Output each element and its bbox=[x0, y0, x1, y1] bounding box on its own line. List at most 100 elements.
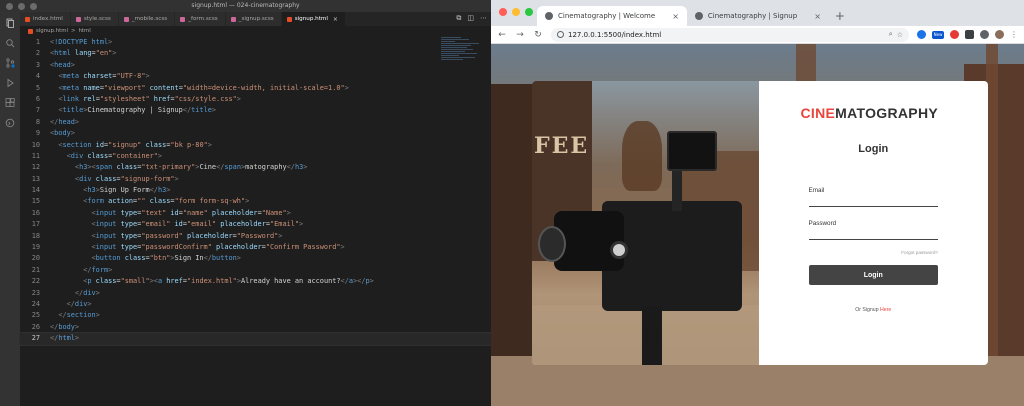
chrome-menu-icon[interactable]: ⋮ bbox=[1010, 30, 1018, 39]
back-arrow-icon[interactable]: ← bbox=[497, 30, 507, 40]
code-line[interactable]: 13 <div class="signup-form"> bbox=[20, 174, 491, 185]
code-text: </div> bbox=[66, 299, 92, 308]
code-text: <input type="password" placeholder="Pass… bbox=[91, 231, 283, 240]
profile-avatar[interactable] bbox=[995, 30, 1004, 39]
globe-icon bbox=[694, 12, 703, 20]
code-line[interactable]: 14 <h3>Sign Up Form</h3> bbox=[20, 185, 491, 196]
extension-new-badge[interactable]: New bbox=[932, 30, 944, 39]
reload-icon[interactable]: ↻ bbox=[533, 30, 543, 40]
code-line[interactable]: 21 </form> bbox=[20, 265, 491, 276]
code-text: <button class="btn">Sign In</button> bbox=[91, 254, 241, 263]
code-text: <input type="email" id="email" placehold… bbox=[91, 220, 304, 229]
code-line[interactable]: 9 <body> bbox=[20, 128, 491, 139]
code-editor[interactable]: 1 <!DOCTYPE html> 2 <html lang="en"> 3 <head>… bbox=[19, 37, 492, 406]
breadcrumb-file[interactable]: signup.html bbox=[36, 28, 68, 34]
extensions-icon[interactable] bbox=[5, 98, 15, 108]
code-text: <div class="container"> bbox=[66, 151, 163, 160]
code-line[interactable]: 8 </head> bbox=[20, 117, 491, 128]
login-button[interactable]: Login bbox=[808, 265, 938, 285]
email-label: Email bbox=[808, 187, 825, 194]
code-line[interactable]: 20 <button class="btn">Sign In</button> bbox=[20, 253, 491, 264]
code-line[interactable]: 26 </body> bbox=[20, 322, 491, 333]
code-line[interactable]: 27 </html> bbox=[19, 332, 492, 346]
browser-tab-welcome[interactable]: Cinematography | Welcome × bbox=[537, 6, 687, 26]
code-line[interactable]: 22 <p class="small"><a href="index.html"… bbox=[20, 276, 491, 287]
line-number: 3 bbox=[35, 60, 40, 69]
tab-mobile-scss[interactable]: _mobile.scss bbox=[118, 12, 176, 26]
tab-form-scss[interactable]: _form.scss bbox=[175, 12, 226, 26]
code-line[interactable]: 15 <form action="" class="form form-sq-w… bbox=[20, 196, 491, 207]
line-number: 27 bbox=[31, 334, 40, 343]
code-text: </div> bbox=[74, 288, 100, 297]
browser-close-button[interactable] bbox=[499, 8, 507, 16]
zoom-icon[interactable]: ⌕ bbox=[889, 30, 893, 39]
search-icon[interactable] bbox=[5, 38, 15, 48]
browser-tab-signup[interactable]: Cinematography | Signup × bbox=[687, 6, 829, 26]
close-tab-icon[interactable]: × bbox=[333, 16, 338, 23]
line-number: 25 bbox=[31, 311, 40, 320]
code-line[interactable]: 1 <!DOCTYPE html> bbox=[20, 37, 491, 48]
scss-file-icon bbox=[75, 16, 81, 22]
code-text: </body> bbox=[50, 322, 80, 331]
line-number: 6 bbox=[35, 94, 40, 103]
code-line[interactable]: 19 <input type="passwordConfirm" placeho… bbox=[20, 242, 491, 253]
remote-explorer-icon[interactable] bbox=[5, 118, 15, 128]
code-line[interactable]: 25 </section> bbox=[20, 310, 491, 321]
code-line[interactable]: 6 <link rel="stylesheet" href="css/style… bbox=[20, 94, 491, 105]
close-tab-icon[interactable]: × bbox=[672, 12, 679, 21]
signup-prompt: Or Signup Here bbox=[809, 307, 938, 313]
more-actions-icon[interactable]: ⋯ bbox=[480, 14, 487, 23]
extension-target-icon[interactable] bbox=[950, 30, 959, 39]
line-number: 12 bbox=[31, 163, 40, 172]
code-line[interactable]: 10 <section id="signup" class="bk p-80"> bbox=[20, 140, 491, 151]
browser-maximize-button[interactable] bbox=[525, 8, 533, 16]
code-text: <p class="small"><a href="index.html">Al… bbox=[83, 277, 374, 286]
code-text: <h3>Sign Up Form</h3> bbox=[83, 186, 171, 195]
code-line[interactable]: 5 <meta name="viewport" content="width=d… bbox=[20, 83, 491, 94]
code-line[interactable]: 16 <input type="text" id="name" placehol… bbox=[20, 208, 491, 219]
forgot-password-link[interactable]: Forgot password? bbox=[809, 250, 938, 255]
code-line[interactable]: 3 <head> bbox=[20, 60, 491, 71]
tab-index-html[interactable]: index.html bbox=[20, 12, 71, 26]
code-line[interactable]: 2 <html lang="en"> bbox=[20, 48, 491, 59]
media-icon[interactable] bbox=[980, 30, 989, 39]
html-file-icon bbox=[28, 28, 33, 34]
code-line[interactable]: 7 <title>Cinematography | Signup</title> bbox=[20, 105, 491, 116]
line-number: 26 bbox=[31, 322, 40, 331]
photo-lens-ring bbox=[538, 226, 566, 262]
code-line[interactable]: 11 <div class="container"> bbox=[20, 151, 491, 162]
password-field[interactable] bbox=[808, 227, 938, 240]
code-text: <input type="text" id="name" placeholder… bbox=[91, 208, 291, 217]
browser-minimize-button[interactable] bbox=[512, 8, 520, 16]
new-tab-button[interactable]: + bbox=[829, 6, 851, 26]
code-line[interactable]: 23 </div> bbox=[20, 288, 491, 299]
split-editor-icon[interactable]: ◫ bbox=[467, 14, 474, 23]
open-preview-icon[interactable]: ⧉ bbox=[456, 14, 461, 23]
code-text: </form> bbox=[83, 265, 113, 274]
breadcrumb-symbol[interactable]: html bbox=[79, 28, 91, 34]
tab-label: signup.html bbox=[294, 16, 328, 22]
signup-link[interactable]: Here bbox=[880, 307, 891, 313]
extension-icon[interactable] bbox=[917, 30, 926, 39]
forward-arrow-icon[interactable]: → bbox=[515, 30, 525, 40]
editor-actions: ⧉ ◫ ⋯ bbox=[456, 14, 487, 23]
run-debug-icon[interactable] bbox=[5, 78, 15, 88]
address-bar[interactable]: 127.0.0.1:5500/index.html ⌕ ☆ bbox=[551, 27, 909, 42]
info-icon[interactable] bbox=[557, 31, 564, 38]
email-field[interactable] bbox=[808, 194, 938, 207]
code-line[interactable]: 18 <input type="password" placeholder="P… bbox=[20, 231, 491, 242]
tab-style-scss[interactable]: style.scss bbox=[70, 12, 119, 26]
close-tab-icon[interactable]: × bbox=[814, 12, 821, 21]
bookmark-star-icon[interactable]: ☆ bbox=[897, 31, 903, 39]
code-line[interactable]: 4 <meta charset="UTF-8"> bbox=[20, 71, 491, 82]
code-text: </section> bbox=[58, 311, 100, 320]
line-number: 14 bbox=[31, 186, 40, 195]
tab-signup-scss[interactable]: _signup.scss bbox=[225, 12, 282, 26]
code-line[interactable]: 17 <input type="email" id="email" placeh… bbox=[20, 219, 491, 230]
code-line[interactable]: 24 </div> bbox=[20, 299, 491, 310]
code-line[interactable]: 12 <h3><span class="txt-primary">Cine</s… bbox=[20, 162, 491, 173]
source-control-icon[interactable] bbox=[5, 58, 15, 68]
explorer-icon[interactable] bbox=[5, 18, 15, 28]
tab-signup-html[interactable]: signup.html × bbox=[281, 12, 346, 26]
extensions-puzzle-icon[interactable] bbox=[965, 30, 974, 39]
